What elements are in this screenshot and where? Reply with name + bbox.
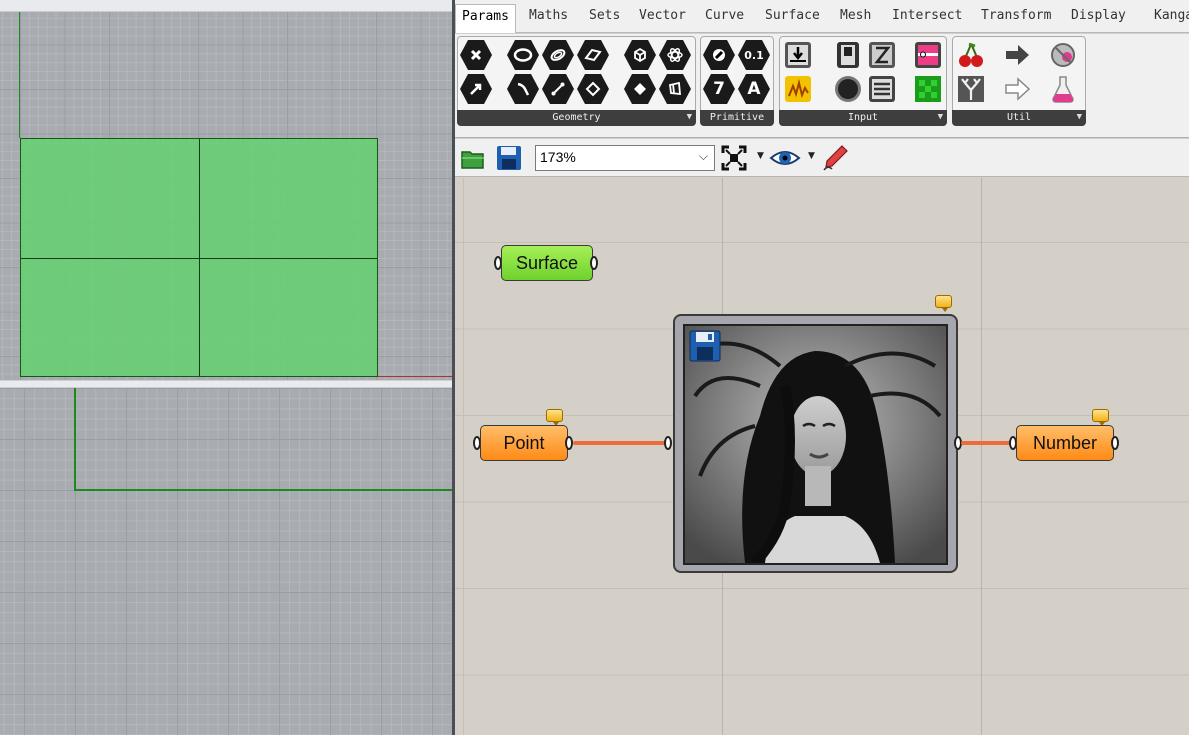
floppy-disk-icon[interactable] <box>689 330 721 366</box>
sound-bars-icon[interactable] <box>782 73 814 105</box>
grasshopper-window: Params Maths Sets Vector Curve Surface M… <box>455 0 1189 735</box>
bitmap-checker-icon[interactable] <box>912 73 944 105</box>
ribbon-group-input: Input ▼ <box>779 36 947 126</box>
canvas-grid-line <box>981 178 982 735</box>
geometry-param-icon[interactable] <box>460 39 492 71</box>
relay-arrow-icon[interactable] <box>1001 73 1033 105</box>
expand-arrow-icon[interactable]: ▼ <box>687 110 692 125</box>
message-bubble-icon[interactable] <box>546 409 563 426</box>
viewport-title-bar <box>0 0 452 12</box>
group-label-primitive[interactable]: Primitive <box>700 110 774 126</box>
arc-param-icon[interactable] <box>542 39 574 71</box>
message-bubble-icon[interactable] <box>1092 409 1109 426</box>
ribbon-group-util: Util ▼ <box>952 36 1086 126</box>
y-axis-line <box>19 12 20 138</box>
integer-param-icon[interactable]: 7 <box>703 73 735 105</box>
tab-intersect[interactable]: Intersect <box>892 8 962 23</box>
preview-dropdown-arrow-icon[interactable]: ▼ <box>808 151 815 161</box>
slider-device-icon[interactable] <box>832 39 864 71</box>
atom-param-icon[interactable] <box>659 39 691 71</box>
panel-import-icon[interactable] <box>782 39 814 71</box>
zoom-level-select[interactable]: 173% ⌵ <box>535 145 715 171</box>
surface-isocurve-h <box>21 258 377 259</box>
image-input-grip[interactable] <box>664 436 672 450</box>
data-dam-icon[interactable] <box>1047 39 1079 71</box>
open-file-icon[interactable] <box>457 142 489 174</box>
rhino-top-viewport[interactable] <box>0 0 452 383</box>
surface-param-component[interactable]: Surface <box>501 245 593 281</box>
expand-arrow-icon[interactable]: ▼ <box>938 110 943 125</box>
point-output-grip[interactable] <box>565 436 573 450</box>
mesh-param-icon[interactable] <box>624 73 656 105</box>
component-tab-bar: Params Maths Sets Vector Curve Surface M… <box>455 0 1189 33</box>
preview-eye-icon[interactable] <box>769 142 801 174</box>
tab-surface[interactable]: Surface <box>765 8 820 23</box>
x-axis-line <box>378 376 452 377</box>
boolean-param-icon[interactable] <box>703 39 735 71</box>
number-param-component[interactable]: Number <box>1016 425 1114 461</box>
flask-icon[interactable] <box>1047 73 1079 105</box>
group-label-input[interactable]: Input ▼ <box>779 110 947 126</box>
app-root: Params Maths Sets Vector Curve Surface M… <box>0 0 1189 735</box>
tab-mesh[interactable]: Mesh <box>840 8 871 23</box>
rhino-front-viewport[interactable] <box>0 388 452 735</box>
tab-sets[interactable]: Sets <box>589 8 620 23</box>
line-param-icon[interactable] <box>542 73 574 105</box>
surface-preview <box>20 138 378 377</box>
chevron-down-icon: ⌵ <box>698 149 708 163</box>
tab-params[interactable]: Params <box>455 4 516 33</box>
jump-arrow-icon[interactable] <box>1001 39 1033 71</box>
expand-arrow-icon[interactable]: ▼ <box>1077 110 1082 125</box>
surface-param-icon[interactable] <box>577 73 609 105</box>
field-param-icon[interactable] <box>659 73 691 105</box>
number-output-grip[interactable] <box>1111 436 1119 450</box>
tab-curve[interactable]: Curve <box>705 8 744 23</box>
sketch-pen-icon[interactable] <box>819 142 851 174</box>
text-param-icon[interactable]: A <box>738 73 770 105</box>
ground-line <box>74 489 452 491</box>
save-file-icon[interactable] <box>493 142 525 174</box>
zoom-dropdown-arrow-icon[interactable]: ▼ <box>757 151 764 161</box>
circle-param-icon[interactable] <box>507 39 539 71</box>
ribbon-group-primitive: 0.1 7 A Primitive <box>700 36 774 126</box>
tab-display[interactable]: Display <box>1071 8 1126 23</box>
curve-param-icon[interactable] <box>507 73 539 105</box>
value-list-icon[interactable] <box>866 73 898 105</box>
point-param-component[interactable]: Point <box>480 425 568 461</box>
tab-kangaroo[interactable]: Kangaroo <box>1154 8 1189 23</box>
ribbon-group-geometry: Geometry ▼ <box>457 36 696 126</box>
group-label-util[interactable]: Util ▼ <box>952 110 1086 126</box>
group-label-geometry[interactable]: Geometry ▼ <box>457 110 696 126</box>
wire-point-to-image <box>573 441 667 445</box>
viewport-divider[interactable] <box>0 380 452 388</box>
gradient-control-icon[interactable] <box>912 39 944 71</box>
surface-output-grip[interactable] <box>590 256 598 270</box>
tab-transform[interactable]: Transform <box>981 8 1051 23</box>
button-input-icon[interactable] <box>832 73 864 105</box>
tab-vector[interactable]: Vector <box>639 8 686 23</box>
canvas-toolbar: 173% ⌵ ▼ ▼ <box>455 139 1189 177</box>
cherry-picker-icon[interactable] <box>955 39 987 71</box>
z-axis-line <box>74 388 76 491</box>
graph-mapper-icon[interactable] <box>866 39 898 71</box>
tree-icon[interactable] <box>955 73 987 105</box>
brep-param-icon[interactable] <box>577 39 609 71</box>
message-bubble-icon[interactable] <box>935 295 952 312</box>
tab-maths[interactable]: Maths <box>529 8 568 23</box>
number-param-icon[interactable]: 0.1 <box>738 39 770 71</box>
grasshopper-canvas[interactable]: Surface Point Number <box>455 178 1189 735</box>
image-sampler-component[interactable] <box>673 314 958 573</box>
zoom-extents-icon[interactable] <box>718 142 750 174</box>
sampled-image-preview <box>683 324 948 565</box>
component-ribbon: Geometry ▼ 0.1 7 A Primitive Input ▼ Uti… <box>455 34 1189 138</box>
box-param-icon[interactable] <box>624 39 656 71</box>
vector-param-icon[interactable] <box>460 73 492 105</box>
